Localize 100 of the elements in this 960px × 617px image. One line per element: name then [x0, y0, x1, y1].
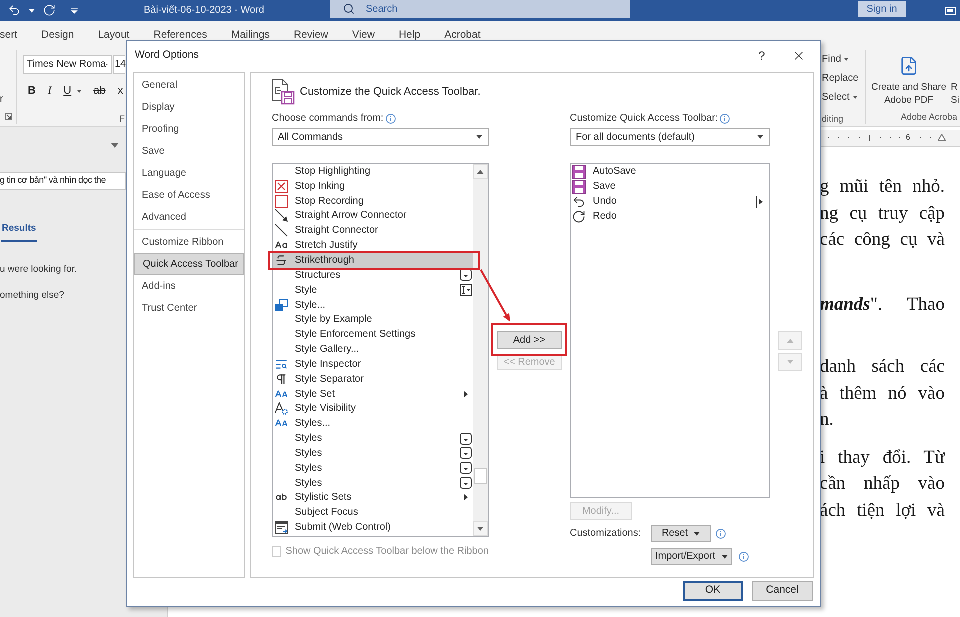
options-category-item[interactable]: Trust Center: [134, 297, 244, 319]
reset-button[interactable]: Reset: [651, 525, 711, 542]
command-list-item[interactable]: Styles: [273, 476, 473, 491]
toolbar-list-item[interactable]: Save: [571, 179, 769, 194]
command-list-item[interactable]: Styles: [273, 446, 473, 461]
ribbon-tab[interactable]: sert: [0, 28, 18, 40]
command-list-item[interactable]: Stop Recording: [273, 194, 473, 209]
ribbon-tab[interactable]: View: [352, 28, 375, 40]
undo-icon: [572, 194, 586, 208]
ribbon-tab[interactable]: Review: [294, 28, 328, 40]
commands-source-dropdown[interactable]: All Commands: [272, 128, 489, 146]
command-list-item[interactable]: Style Set: [273, 386, 473, 402]
command-list-item[interactable]: Stretch Justify: [273, 238, 473, 254]
ribbon-button[interactable]: Find: [822, 52, 865, 66]
scroll-up-button[interactable]: [473, 164, 488, 179]
scroll-down-button[interactable]: [473, 521, 488, 536]
create-pdf-button[interactable]: Create and Share Adobe PDF: [869, 50, 949, 107]
command-list-item[interactable]: Structures: [273, 268, 473, 283]
results-tab[interactable]: Results: [1, 223, 38, 242]
command-list-item[interactable]: Subject Focus: [273, 505, 473, 520]
cancel-button[interactable]: Cancel: [752, 581, 813, 601]
caret-down-icon: [477, 526, 484, 530]
indent-marker-icon[interactable]: [938, 134, 946, 141]
command-list-item[interactable]: Styles: [273, 431, 473, 446]
redo-icon[interactable]: [43, 4, 56, 17]
command-list-item[interactable]: Style by Example: [273, 312, 473, 328]
ribbon-tab[interactable]: Mailings: [231, 28, 270, 40]
ribbon-tab[interactable]: Help: [398, 28, 421, 40]
ribbon-group-label: Adobe Acroba: [900, 111, 959, 123]
caret-icon: [29, 8, 35, 12]
options-category-item[interactable]: Customize Ribbon: [134, 231, 244, 253]
text-search-icon: [274, 358, 288, 371]
ribbon-tab[interactable]: Acrobat: [444, 28, 481, 40]
ribbon-tab[interactable]: Design: [42, 28, 74, 40]
format-button[interactable]: x: [118, 84, 124, 99]
command-list-item[interactable]: Strikethrough: [273, 253, 473, 268]
ribbon-button[interactable]: Select: [822, 90, 865, 104]
dialog-launcher-icon[interactable]: [5, 113, 12, 120]
options-category-item[interactable]: Save: [134, 140, 244, 162]
options-category-item[interactable]: Language: [134, 162, 244, 184]
scrollbar-thumb[interactable]: [474, 468, 487, 484]
add-button[interactable]: Add >>: [497, 331, 562, 349]
command-list-item[interactable]: Stop Highlighting: [273, 164, 473, 179]
font-size-field[interactable]: 14: [113, 55, 125, 74]
document-text-line: g mũi tên nhỏ.: [820, 176, 945, 199]
options-category-item[interactable]: Display: [134, 96, 244, 118]
document-text-line: các công cụ và: [820, 229, 945, 252]
help-button[interactable]: ?: [752, 46, 772, 66]
command-list-item[interactable]: Straight Arrow Connector: [273, 208, 473, 224]
options-category-item[interactable]: Add-ins: [134, 275, 244, 297]
toolbar-scope-dropdown[interactable]: For all documents (default): [570, 128, 770, 146]
underline-button[interactable]: U: [64, 84, 82, 99]
search-icon: [343, 3, 355, 15]
options-category-item[interactable]: Proofing: [134, 118, 244, 140]
import-export-button[interactable]: Import/Export: [651, 548, 732, 565]
options-category-item[interactable]: General: [134, 74, 244, 96]
ribbon-tab[interactable]: Layout: [98, 28, 130, 40]
document-text-line: ng cụ truy cập: [820, 202, 945, 226]
caret-icon: [757, 135, 764, 139]
options-category-item[interactable]: Advanced: [134, 206, 244, 228]
command-list-item[interactable]: Style Enforcement Settings: [273, 327, 473, 342]
bold-button[interactable]: B: [28, 84, 36, 99]
italic-button[interactable]: I: [48, 84, 52, 99]
toolbar-list-item[interactable]: Undo: [571, 194, 769, 209]
command-list-item[interactable]: Submit (Web Control): [273, 520, 473, 536]
toolbar-list-item[interactable]: AutoSave: [571, 164, 769, 179]
sign-in-button[interactable]: Sign in: [858, 1, 906, 17]
command-list-item[interactable]: Style Visibility: [273, 402, 473, 416]
ok-button[interactable]: OK: [683, 581, 743, 601]
strikethrough-button[interactable]: ab: [94, 84, 106, 99]
toolbar-list-item[interactable]: Redo: [571, 209, 769, 224]
ribbon-display-options-icon[interactable]: [945, 6, 956, 14]
window-title: Bài-viết-06-10-2023 - Word: [144, 4, 264, 18]
undo-icon[interactable]: [8, 4, 21, 17]
caret-icon: [111, 143, 119, 148]
command-list-item[interactable]: Style Gallery...: [273, 342, 473, 357]
customize-toolbar-icon[interactable]: [71, 8, 78, 14]
command-list-item[interactable]: Style...: [273, 298, 473, 312]
ribbon-tab[interactable]: References: [154, 28, 208, 40]
text-gear-icon: [274, 402, 288, 416]
ribbon-button[interactable]: R Si: [951, 50, 960, 107]
command-list-item[interactable]: Styles...: [273, 416, 473, 432]
command-list-item[interactable]: Styles: [273, 460, 473, 476]
font-name-field[interactable]: Times New Roma: [23, 55, 112, 74]
info-icon: [716, 528, 726, 538]
search-field[interactable]: g tin cơ bản" và nhìn dọc the: [0, 172, 126, 190]
command-list-item[interactable]: Style Separator: [273, 372, 473, 387]
section-heading: Customize the Quick Access Toolbar.: [300, 84, 481, 100]
command-list-item[interactable]: Stylistic Sets: [273, 490, 473, 506]
search-field[interactable]: Search: [330, 0, 630, 18]
options-category-item[interactable]: Ease of Access: [134, 184, 244, 206]
command-list-item[interactable]: Stop Inking: [273, 178, 473, 194]
strikethrough-icon: [274, 254, 288, 267]
ribbon-button[interactable]: Replace: [822, 71, 865, 85]
command-list-item[interactable]: Style: [273, 282, 473, 298]
command-list-item[interactable]: Style Inspector: [273, 356, 473, 372]
square-outline-icon: [274, 194, 288, 208]
command-list-item[interactable]: Straight Connector: [273, 223, 473, 238]
document-text-line: mands". Thao: [820, 294, 945, 316]
options-category-item[interactable]: Quick Access Toolbar: [134, 253, 244, 275]
